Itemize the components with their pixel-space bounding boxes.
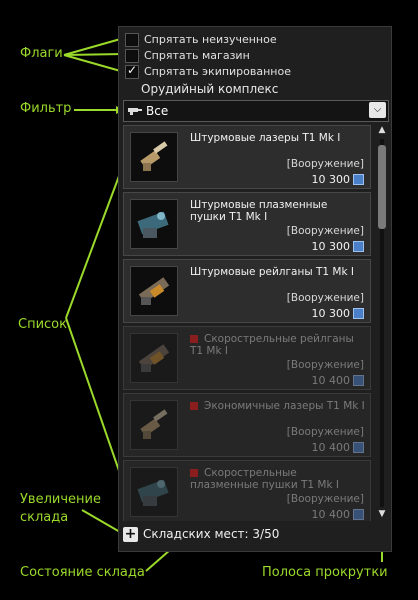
plus-icon[interactable]: + xyxy=(123,526,138,542)
gun-icon xyxy=(128,105,142,118)
annotation-list: Список xyxy=(18,317,67,332)
lock-icon xyxy=(190,469,198,477)
checkbox-hide-shop[interactable]: Спрятать магазин xyxy=(125,48,250,63)
item-price: 10 300 xyxy=(311,173,364,186)
lock-icon xyxy=(190,402,198,410)
item-price-value: 10 400 xyxy=(311,508,351,521)
checkbox-label: Спрятать экипированное xyxy=(144,65,291,78)
annotation-storage-increase: Увеличение склада xyxy=(20,491,101,527)
item-price: 10 400 xyxy=(311,441,364,454)
storage-text: Складских мест: 3/50 xyxy=(143,527,280,541)
currency-icon xyxy=(353,241,364,252)
annotation-flags: Флаги xyxy=(20,46,63,61)
annotation-filter: Фильтр xyxy=(20,101,72,116)
item-category: [Вооружение] xyxy=(286,158,364,170)
checkbox-hide-unresearched[interactable]: Спрятать неизученное xyxy=(125,32,277,47)
item-price-value: 10 300 xyxy=(311,173,351,186)
item-price: 10 300 xyxy=(311,240,364,253)
item-price: 10 400 xyxy=(311,374,364,387)
checkbox-box-checked[interactable] xyxy=(125,63,139,79)
checkbox-label: Спрятать неизученное xyxy=(144,33,277,46)
plasma-cannon-icon xyxy=(130,199,178,249)
railgun-icon xyxy=(130,333,178,383)
item-name: Штурмовые рейлганы T1 Mk I xyxy=(190,266,354,278)
item-name: Скорострельные рейлганы T1 Mk I xyxy=(190,333,366,357)
currency-icon xyxy=(353,509,364,520)
item-price: 10 400 xyxy=(311,508,364,521)
checkbox-label: Спрятать магазин xyxy=(144,49,250,62)
storage-status: + Складских мест: 3/50 xyxy=(123,525,279,543)
item-price-value: 10 300 xyxy=(311,307,351,320)
list-item[interactable]: Штурмовые плазменные пушки T1 Mk I [Воор… xyxy=(123,192,371,256)
annotation-storage-state: Состояние склада xyxy=(20,565,145,580)
filter-dropdown[interactable]: Все ⌵ xyxy=(123,100,389,122)
scroll-down-icon[interactable]: ▼ xyxy=(376,509,388,519)
list-item[interactable]: Штурмовые лазеры T1 Mk I [Вооружение] 10… xyxy=(123,125,371,189)
checkbox-hide-equipped[interactable]: Спрятать экипированное xyxy=(125,63,291,79)
item-name-text: Экономичные лазеры T1 Mk I xyxy=(204,400,365,412)
lock-icon xyxy=(190,335,198,343)
scroll-thumb[interactable] xyxy=(378,145,386,229)
currency-icon xyxy=(353,174,364,185)
plasma-cannon-icon xyxy=(130,467,178,517)
item-name: Скорострельные плазменные пушки T1 Mk I xyxy=(190,467,366,491)
list-item-locked[interactable]: Скорострельные рейлганы T1 Mk I [Вооруже… xyxy=(123,326,371,390)
laser-weapon-icon xyxy=(130,132,178,182)
checkbox-box[interactable] xyxy=(125,48,139,63)
currency-icon xyxy=(353,308,364,319)
item-price-value: 10 300 xyxy=(311,240,351,253)
item-price: 10 300 xyxy=(311,307,364,320)
annotation-storage-increase-line1: Увеличение xyxy=(20,492,101,507)
currency-icon xyxy=(353,442,364,453)
annotation-scrollbar: Полоса прокрутки xyxy=(262,565,388,580)
item-category: [Вооружение] xyxy=(286,493,364,505)
item-category: [Вооружение] xyxy=(286,359,364,371)
item-name: Штурмовые плазменные пушки T1 Mk I xyxy=(190,199,328,223)
item-name-text: Скорострельные рейлганы T1 Mk I xyxy=(190,333,354,357)
filter-value: Все xyxy=(146,104,169,118)
item-price-value: 10 400 xyxy=(311,374,351,387)
scrollbar[interactable]: ▲ ▼ xyxy=(375,125,389,521)
item-list[interactable]: Штурмовые лазеры T1 Mk I [Вооружение] 10… xyxy=(123,125,371,521)
inventory-panel: Спрятать неизученное Спрятать магазин Сп… xyxy=(118,26,392,552)
item-name: Штурмовые лазеры T1 Mk I xyxy=(190,132,341,144)
item-name-text: Скорострельные плазменные пушки T1 Mk I xyxy=(190,467,339,491)
item-category: [Вооружение] xyxy=(286,292,364,304)
railgun-icon xyxy=(130,266,178,316)
item-price-value: 10 400 xyxy=(311,441,351,454)
list-item-locked[interactable]: Экономичные лазеры T1 Mk I [Вооружение] … xyxy=(123,393,371,457)
item-category: [Вооружение] xyxy=(286,426,364,438)
list-item[interactable]: Штурмовые рейлганы T1 Mk I [Вооружение] … xyxy=(123,259,371,323)
currency-icon xyxy=(353,375,364,386)
annotation-storage-increase-line2: склада xyxy=(20,510,69,525)
item-name: Экономичные лазеры T1 Mk I xyxy=(190,400,366,412)
chevron-down-icon[interactable]: ⌵ xyxy=(369,102,386,118)
laser-weapon-icon xyxy=(130,400,178,450)
checkbox-box[interactable] xyxy=(125,32,139,47)
scroll-up-icon[interactable]: ▲ xyxy=(376,125,388,135)
item-category: [Вооружение] xyxy=(286,225,364,237)
list-item-locked[interactable]: Скорострельные плазменные пушки T1 Mk I … xyxy=(123,460,371,521)
section-title: Орудийный комплекс xyxy=(141,82,279,96)
